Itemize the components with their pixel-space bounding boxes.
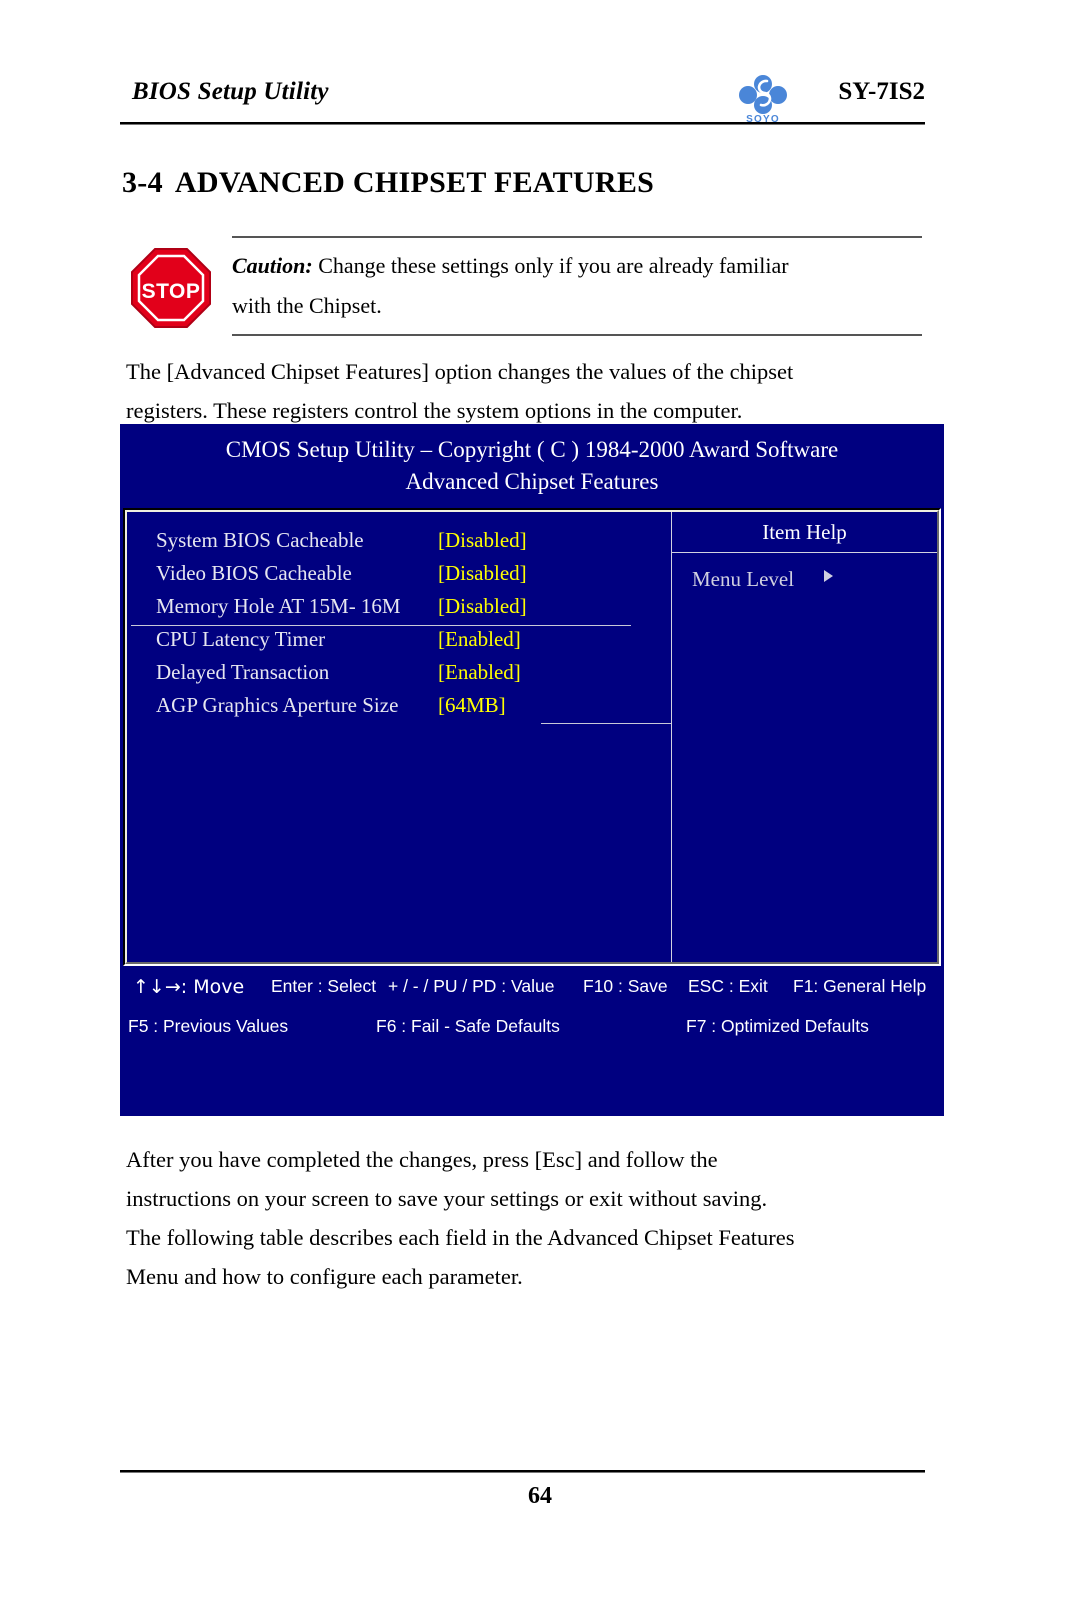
key-f6-fail-safe: F6 : Fail - Safe Defaults	[376, 1016, 560, 1036]
document-header: BIOS Setup Utility SOYO SY-7IS2	[120, 74, 925, 132]
section-number: 3-4	[122, 166, 163, 199]
svg-text:STOP: STOP	[142, 280, 201, 303]
intro-paragraph: The [Advanced Chipset Features] option c…	[126, 352, 926, 430]
setting-value[interactable]: [Enabled]	[438, 627, 521, 652]
setting-row-system-bios-cacheable[interactable]: System BIOS Cacheable [Disabled]	[131, 528, 671, 561]
soyo-logo-icon: SOYO	[736, 72, 790, 124]
header-model: SY-7IS2	[838, 78, 925, 105]
caution-box: STOP Caution: Change these settings only…	[122, 236, 922, 336]
item-help-divider	[672, 552, 937, 553]
bios-screen: CMOS Setup Utility – Copyright ( C ) 198…	[120, 424, 944, 1116]
settings-trailing-divider	[541, 723, 671, 724]
setting-value[interactable]: [64MB]	[438, 693, 506, 718]
footer-divider	[120, 1470, 925, 1473]
bios-item-help-panel: Item Help Menu Level	[672, 512, 937, 962]
header-divider	[120, 122, 925, 125]
key-f7-optimized: F7 : Optimized Defaults	[686, 1016, 869, 1036]
bios-title-menu-name: Advanced Chipset Features	[405, 469, 659, 494]
setting-label: Delayed Transaction	[156, 660, 330, 684]
outro-line-2: instructions on your screen to save your…	[126, 1186, 768, 1211]
item-help-title: Item Help	[762, 520, 847, 544]
key-legend-row-2: F5 : Previous Values F6 : Fail - Safe De…	[123, 1016, 941, 1056]
header-title: BIOS Setup Utility	[132, 78, 329, 105]
setting-value[interactable]: [Disabled]	[438, 528, 527, 553]
setting-row-cpu-latency-timer[interactable]: CPU Latency Timer [Enabled]	[131, 627, 671, 660]
setting-value[interactable]: [Enabled]	[438, 660, 521, 685]
key-enter-select: Enter : Select	[271, 976, 377, 996]
setting-label: AGP Graphics Aperture Size	[156, 693, 399, 717]
key-f5-previous: F5 : Previous Values	[128, 1016, 289, 1036]
bios-title-bar: CMOS Setup Utility – Copyright ( C ) 198…	[120, 424, 944, 500]
bios-title-copyright: CMOS Setup Utility – Copyright ( C ) 198…	[225, 437, 839, 462]
bios-settings-list: System BIOS Cacheable [Disabled] Video B…	[131, 512, 671, 962]
setting-label: System BIOS Cacheable	[156, 528, 364, 552]
setting-row-memory-hole[interactable]: Memory Hole AT 15M- 16M [Disabled]	[131, 594, 671, 627]
key-esc-exit: ESC : Exit	[688, 976, 768, 996]
page-title: 3-4 ADVANCED CHIPSET FEATURES	[122, 166, 654, 200]
bios-key-legend: ↑↓→: Move Enter : Select + / - / PU / PD…	[123, 970, 941, 1112]
setting-row-agp-aperture-size[interactable]: AGP Graphics Aperture Size [64MB]	[131, 693, 671, 726]
setting-value[interactable]: [Disabled]	[438, 594, 527, 619]
key-value: + / - / PU / PD : Value	[388, 976, 555, 996]
setting-value[interactable]: [Disabled]	[438, 561, 527, 586]
caution-text-rest: Change these settings only if you are al…	[312, 253, 789, 278]
manual-page: BIOS Setup Utility SOYO SY-7IS2 3-4 ADVAN…	[0, 0, 1080, 1618]
key-f10-save: F10 : Save	[583, 976, 668, 996]
intro-line-1: The [Advanced Chipset Features] option c…	[126, 359, 794, 384]
setting-label: Memory Hole AT 15M- 16M	[156, 594, 401, 618]
key-move: ↑↓→: Move	[133, 976, 245, 998]
outro-paragraph: After you have completed the changes, pr…	[126, 1140, 936, 1296]
bios-main-panel: System BIOS Cacheable [Disabled] Video B…	[123, 508, 941, 966]
bios-main-panel-inner: System BIOS Cacheable [Disabled] Video B…	[125, 510, 939, 964]
menu-level-triangle-icon	[824, 570, 833, 582]
setting-row-delayed-transaction[interactable]: Delayed Transaction [Enabled]	[131, 660, 671, 693]
setting-row-video-bios-cacheable[interactable]: Video BIOS Cacheable [Disabled]	[131, 561, 671, 594]
outro-line-4: Menu and how to configure each parameter…	[126, 1264, 523, 1289]
stop-sign-icon: STOP	[129, 246, 213, 330]
caution-label: Caution:	[232, 253, 313, 278]
setting-label: CPU Latency Timer	[156, 627, 326, 651]
key-legend-row-1: ↑↓→: Move Enter : Select + / - / PU / PD…	[123, 976, 941, 1016]
menu-level-label: Menu Level	[692, 567, 795, 591]
caution-text-block: Caution: Change these settings only if y…	[232, 236, 922, 336]
page-number: 64	[528, 1483, 552, 1509]
caution-line-1: Caution: Change these settings only if y…	[232, 246, 922, 286]
key-f1-help: F1: General Help	[793, 976, 927, 996]
outro-line-1: After you have completed the changes, pr…	[126, 1147, 718, 1172]
settings-group-divider	[131, 625, 631, 626]
section-heading: ADVANCED CHIPSET FEATURES	[174, 166, 655, 199]
setting-label: Video BIOS Cacheable	[156, 561, 352, 585]
outro-line-3: The following table describes each field…	[126, 1225, 795, 1250]
caution-line-2: with the Chipset.	[232, 293, 382, 318]
